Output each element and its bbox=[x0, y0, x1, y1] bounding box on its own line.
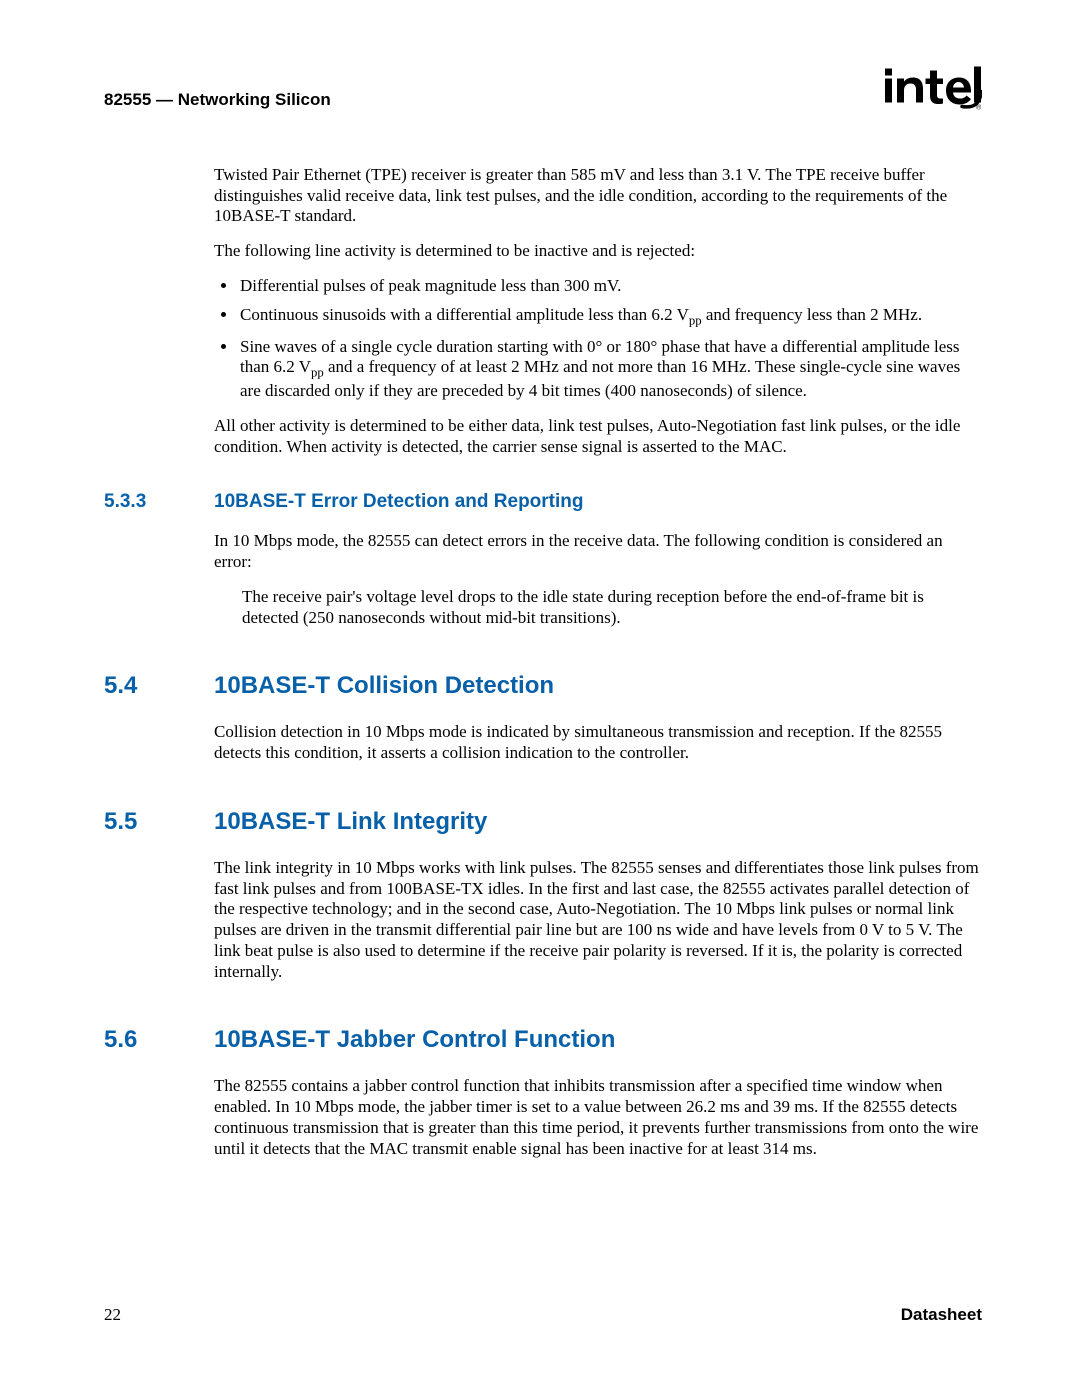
bullet-1: Differential pulses of peak magnitude le… bbox=[238, 276, 982, 297]
bullet-2: Continuous sinusoids with a differential… bbox=[238, 305, 982, 329]
page-header: 82555 — Networking Silicon ® bbox=[104, 62, 982, 115]
section-title: 10BASE-T Link Integrity bbox=[214, 808, 487, 836]
intro-p3: All other activity is determined to be e… bbox=[214, 416, 982, 457]
header-title: 82555 — Networking Silicon bbox=[104, 62, 331, 110]
page: 82555 — Networking Silicon ® Twisted Pai… bbox=[0, 0, 1080, 1397]
page-number: 22 bbox=[104, 1305, 121, 1325]
header-logo: ® bbox=[882, 62, 982, 115]
s55-p1: The link integrity in 10 Mbps works with… bbox=[214, 858, 982, 982]
bullet-2a: Continuous sinusoids with a differential… bbox=[240, 305, 689, 324]
bullet-3b: and a frequency of at least 2 MHz and no… bbox=[240, 357, 960, 400]
footer-label: Datasheet bbox=[901, 1305, 982, 1325]
section-5-3-3-heading: 5.3.310BASE-T Error Detection and Report… bbox=[104, 491, 982, 513]
section-number: 5.4 bbox=[104, 672, 214, 700]
page-content: Twisted Pair Ethernet (TPE) receiver is … bbox=[104, 115, 982, 1159]
bullet-3: Sine waves of a single cycle duration st… bbox=[238, 337, 982, 402]
section-title: 10BASE-T Collision Detection bbox=[214, 672, 554, 700]
s56-p1: The 82555 contains a jabber control func… bbox=[214, 1076, 982, 1159]
section-5-5-heading: 5.510BASE-T Link Integrity bbox=[104, 808, 982, 836]
page-footer: 22 Datasheet bbox=[104, 1305, 982, 1325]
section-number: 5.5 bbox=[104, 808, 214, 836]
bullet-3-sub: pp bbox=[311, 366, 324, 380]
section-title: 10BASE-T Error Detection and Reporting bbox=[214, 491, 584, 513]
intro-p2: The following line activity is determine… bbox=[214, 241, 982, 262]
section-5-4-heading: 5.410BASE-T Collision Detection bbox=[104, 672, 982, 700]
bullet-2-sub: pp bbox=[689, 313, 702, 327]
intel-logo-icon: ® bbox=[882, 62, 982, 110]
section-5-6-heading: 5.610BASE-T Jabber Control Function bbox=[104, 1026, 982, 1054]
section-number: 5.3.3 bbox=[104, 491, 214, 513]
intro-bullets: Differential pulses of peak magnitude le… bbox=[214, 276, 982, 402]
s54-p1: Collision detection in 10 Mbps mode is i… bbox=[214, 722, 982, 763]
section-5-4-body: Collision detection in 10 Mbps mode is i… bbox=[214, 722, 982, 763]
s533-p1: In 10 Mbps mode, the 82555 can detect er… bbox=[214, 531, 982, 572]
s533-p2: The receive pair's voltage level drops t… bbox=[242, 587, 982, 628]
section-title: 10BASE-T Jabber Control Function bbox=[214, 1026, 615, 1054]
section-number: 5.6 bbox=[104, 1026, 214, 1054]
section-5-5-body: The link integrity in 10 Mbps works with… bbox=[214, 858, 982, 982]
section-5-6-body: The 82555 contains a jabber control func… bbox=[214, 1076, 982, 1159]
intro-block: Twisted Pair Ethernet (TPE) receiver is … bbox=[214, 165, 982, 457]
section-5-3-3-body: In 10 Mbps mode, the 82555 can detect er… bbox=[214, 531, 982, 628]
intro-p1: Twisted Pair Ethernet (TPE) receiver is … bbox=[214, 165, 982, 227]
bullet-2b: and frequency less than 2 MHz. bbox=[702, 305, 922, 324]
